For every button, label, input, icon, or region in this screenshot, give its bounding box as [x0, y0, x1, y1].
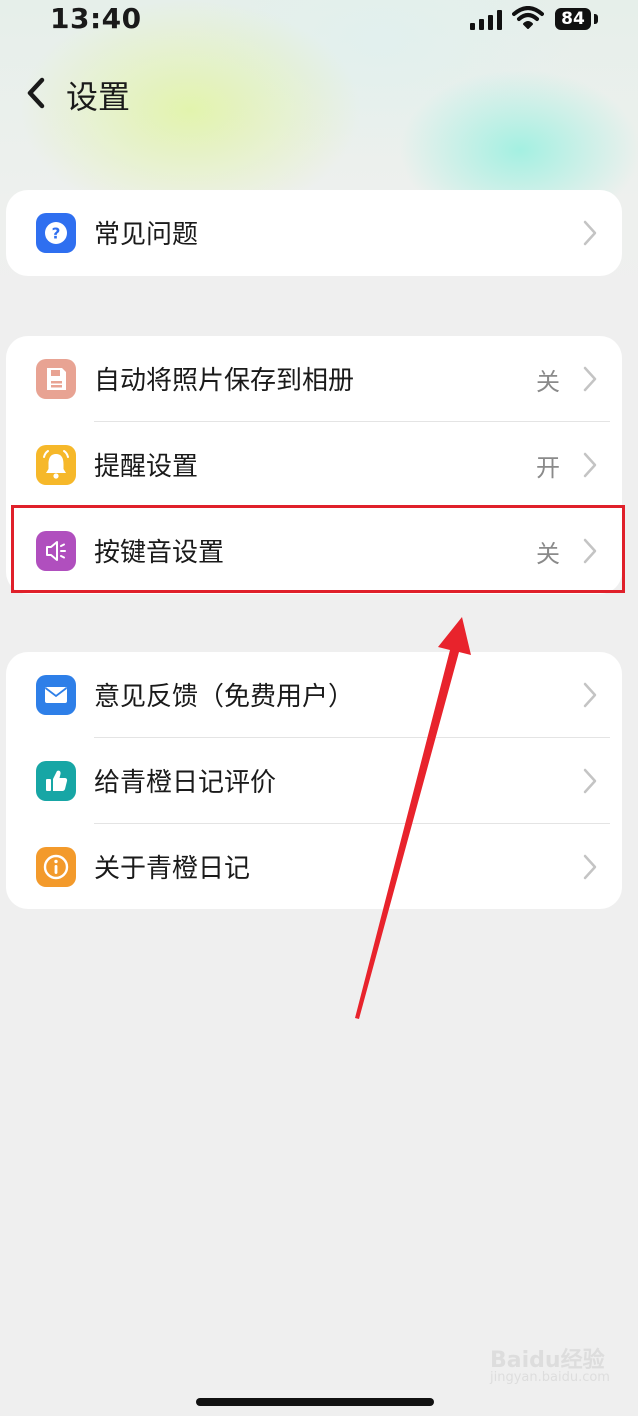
- home-indicator[interactable]: [196, 1398, 434, 1406]
- watermark-url: jingyan.baidu.com: [490, 1370, 610, 1385]
- annotation-arrow: [355, 617, 471, 1019]
- watermark: Baidu经验 jingyan.baidu.com: [490, 1342, 620, 1390]
